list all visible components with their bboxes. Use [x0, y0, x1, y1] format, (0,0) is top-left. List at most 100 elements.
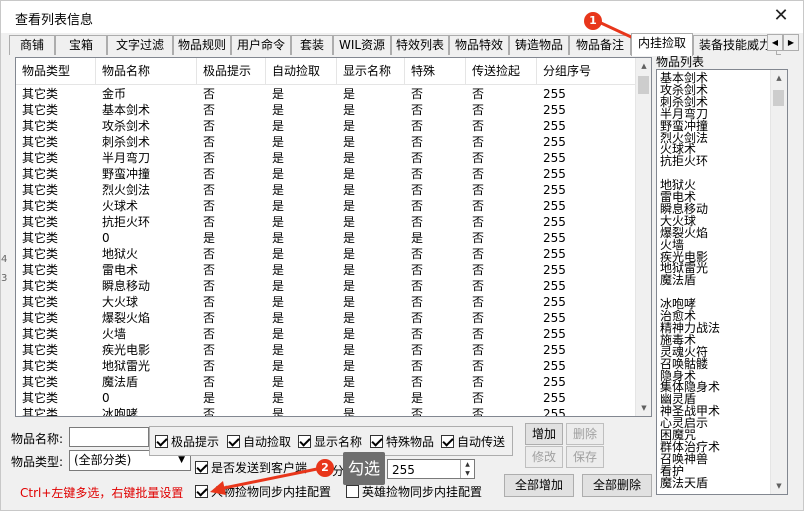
table-row[interactable]: 其它类 抗拒火环 否 是 是 否 否 255 — [16, 214, 637, 230]
col-header-rare[interactable]: 极品提示 — [197, 58, 266, 85]
cell-group-no: 255 — [543, 407, 566, 417]
tab-auto-pickup[interactable]: 内挂捡取 — [631, 33, 693, 56]
cell-auto-pick: 是 — [272, 263, 285, 277]
cell-name: 烈火剑法 — [102, 183, 151, 197]
list-item[interactable]: 野蛮冲撞 — [660, 120, 708, 132]
rare-tip-checkbox[interactable]: 极品提示 — [155, 434, 219, 450]
cell-show-name: 是 — [343, 391, 356, 405]
tab-effect-list[interactable]: 特效列表 — [391, 35, 449, 55]
col-header-auto-pick[interactable]: 自动捡取 — [266, 58, 337, 85]
checkbox-icon — [298, 435, 311, 448]
edge-text: 4 — [1, 254, 8, 265]
scroll-down-icon[interactable]: ▼ — [771, 478, 787, 494]
table-row[interactable]: 其它类 火球术 否 是 是 否 否 255 — [16, 198, 637, 214]
cell-show-name: 是 — [343, 87, 356, 101]
list-item[interactable]: 魔法天盾 — [660, 477, 708, 489]
cell-group-no: 255 — [543, 327, 566, 341]
list-item[interactable]: 召唤骷髅 — [660, 358, 708, 370]
tab-user-commands[interactable]: 用户命令 — [231, 35, 291, 55]
add-button[interactable]: 增加 — [525, 423, 563, 445]
list-item[interactable]: 火墙 — [660, 239, 684, 251]
col-header-show-name[interactable]: 显示名称 — [337, 58, 405, 85]
table-row[interactable]: 其它类 金币 否 是 是 否 否 255 — [16, 86, 637, 102]
cell-type: 其它类 — [22, 359, 59, 373]
cell-special: 否 — [411, 87, 424, 101]
cell-type: 其它类 — [22, 135, 59, 149]
col-header-special[interactable]: 特殊 — [405, 58, 466, 85]
tab-scroll-right-icon[interactable]: ▶ — [783, 34, 799, 51]
table-row[interactable]: 其它类 爆裂火焰 否 是 是 否 否 255 — [16, 310, 637, 326]
scroll-up-icon[interactable]: ▲ — [771, 70, 787, 86]
table-row[interactable]: 其它类 0 是 是 是 是 否 255 — [16, 390, 637, 406]
cell-send-pick: 否 — [472, 247, 485, 261]
hero-sync-checkbox[interactable]: 英雄捡物同步内挂配置 — [346, 484, 482, 500]
cell-name: 瞬息移动 — [102, 279, 151, 293]
stepper-up-icon[interactable]: ▲ — [461, 460, 474, 469]
auto-pick-checkbox[interactable]: 自动捡取 — [227, 434, 291, 450]
tab-shop[interactable]: 商铺 — [9, 35, 55, 55]
cell-name: 雷电术 — [102, 263, 139, 277]
cell-auto-pick: 是 — [272, 135, 285, 149]
tab-item-effects[interactable]: 物品特效 — [449, 35, 509, 55]
table-row[interactable]: 其它类 大火球 否 是 是 否 否 255 — [16, 294, 637, 310]
tab-equip-skill-power[interactable]: 装备技能威力 — [693, 35, 777, 55]
group-number-value: 255 — [392, 463, 415, 477]
item-list[interactable]: 基本剑术 攻杀剑术 刺杀剑术 半月弯刀 野蛮冲撞 烈火剑法 火球术 抗拒火环 地狱火 雷电术 瞬息移… — [656, 69, 788, 495]
tab-forge-items[interactable]: 铸造物品 — [509, 35, 569, 55]
grid-header: 物品类型 物品名称 极品提示 自动捡取 显示名称 特殊 传送捡起 分组序号 — [16, 58, 637, 85]
list-item[interactable]: 抗拒火环 — [660, 155, 708, 167]
table-row[interactable]: 其它类 基本剑术 否 是 是 否 否 255 — [16, 102, 637, 118]
cell-show-name: 是 — [343, 151, 356, 165]
cell-special: 否 — [411, 199, 424, 213]
table-row[interactable]: 其它类 疾光电影 否 是 是 否 否 255 — [16, 342, 637, 358]
table-row[interactable]: 其它类 0 是 是 是 是 否 255 — [16, 230, 637, 246]
list-item[interactable]: 魔法盾 — [660, 274, 696, 286]
cell-rare: 否 — [203, 135, 216, 149]
table-row[interactable]: 其它类 烈火剑法 否 是 是 否 否 255 — [16, 182, 637, 198]
col-header-name[interactable]: 物品名称 — [96, 58, 197, 85]
close-icon[interactable]: ✕ — [769, 5, 793, 27]
col-header-send-pick[interactable]: 传送捡起 — [466, 58, 537, 85]
table-row[interactable]: 其它类 雷电术 否 是 是 否 否 255 — [16, 262, 637, 278]
tab-text-filter[interactable]: 文字过滤 — [107, 35, 173, 55]
table-row[interactable]: 其它类 地狱火 否 是 是 否 否 255 — [16, 246, 637, 262]
special-item-checkbox[interactable]: 特殊物品 — [370, 434, 434, 450]
tab-item-rules[interactable]: 物品规则 — [173, 35, 231, 55]
table-row[interactable]: 其它类 火墙 否 是 是 否 否 255 — [16, 326, 637, 342]
group-number-stepper[interactable]: 255 ▲ ▼ — [387, 459, 475, 479]
col-header-group-no[interactable]: 分组序号 — [537, 58, 637, 85]
add-all-button[interactable]: 全部增加 — [504, 474, 574, 497]
table-row[interactable]: 其它类 地狱雷光 否 是 是 否 否 255 — [16, 358, 637, 374]
cell-show-name: 是 — [343, 375, 356, 389]
cell-name: 冰咆哮 — [102, 407, 139, 417]
table-row[interactable]: 其它类 魔法盾 否 是 是 否 否 255 — [16, 374, 637, 390]
tab-wil-resources[interactable]: WIL资源 — [333, 35, 391, 55]
delete-all-button[interactable]: 全部删除 — [582, 474, 652, 497]
save-button[interactable]: 保存 — [566, 446, 604, 468]
table-row[interactable]: 其它类 瞬息移动 否 是 是 否 否 255 — [16, 278, 637, 294]
tab-item-notes[interactable]: 物品备注 — [569, 35, 631, 55]
tab-suit[interactable]: 套装 — [291, 35, 333, 55]
item-list-panel: 物品列表 基本剑术 攻杀剑术 刺杀剑术 半月弯刀 野蛮冲撞 烈火剑法 火球术 抗拒火环 地狱火雷… — [642, 53, 789, 495]
auto-send-checkbox[interactable]: 自动传送 — [441, 434, 505, 450]
show-name-checkbox[interactable]: 显示名称 — [298, 434, 362, 450]
col-header-type[interactable]: 物品类型 — [16, 58, 96, 85]
tab-treasure[interactable]: 宝箱 — [55, 35, 107, 55]
table-row[interactable]: 其它类 冰咆哮 否 是 是 否 否 255 — [16, 406, 637, 417]
scroll-thumb[interactable] — [773, 90, 784, 106]
cell-special: 否 — [411, 135, 424, 149]
player-sync-checkbox[interactable]: 人物捡物同步内挂配置 — [195, 484, 331, 500]
item-grid[interactable]: 物品类型 物品名称 极品提示 自动捡取 显示名称 特殊 传送捡起 分组序号 其它… — [15, 57, 652, 417]
send-to-client-checkbox[interactable]: 是否发送到客户端 — [195, 460, 307, 476]
cell-auto-pick: 是 — [272, 87, 285, 101]
tab-scroll-left-icon[interactable]: ◀ — [767, 34, 783, 51]
table-row[interactable]: 其它类 野蛮冲撞 否 是 是 否 否 255 — [16, 166, 637, 182]
item-list-scrollbar[interactable]: ▲ ▼ — [770, 70, 787, 494]
table-row[interactable]: 其它类 半月弯刀 否 是 是 否 否 255 — [16, 150, 637, 166]
item-name-input[interactable] — [69, 427, 149, 447]
table-row[interactable]: 其它类 刺杀剑术 否 是 是 否 否 255 — [16, 134, 637, 150]
table-row[interactable]: 其它类 攻杀剑术 否 是 是 否 否 255 — [16, 118, 637, 134]
delete-button[interactable]: 删除 — [566, 423, 604, 445]
stepper-down-icon[interactable]: ▼ — [461, 469, 474, 478]
modify-button[interactable]: 修改 — [525, 446, 563, 468]
